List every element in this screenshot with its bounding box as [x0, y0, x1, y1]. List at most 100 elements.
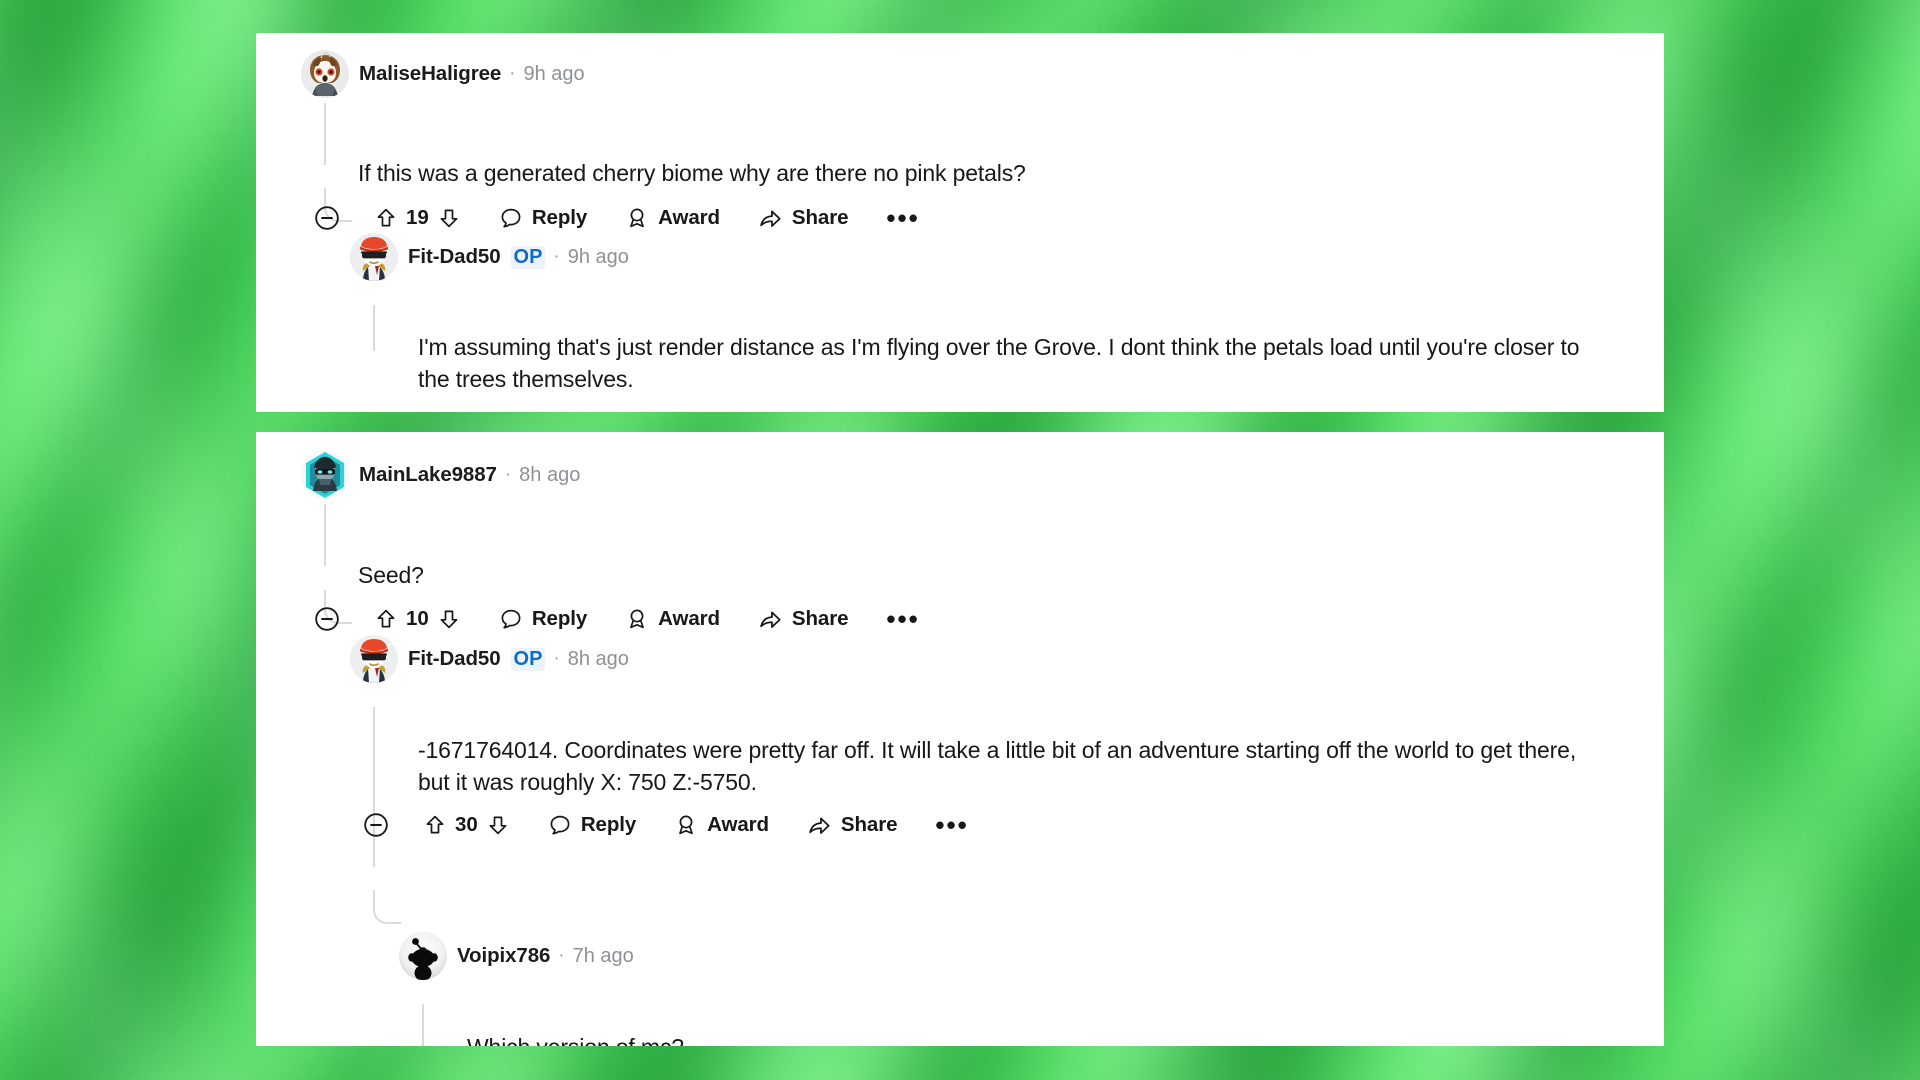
comment-timestamp: 9h ago — [567, 245, 629, 268]
downvote-arrow-icon — [440, 610, 458, 629]
upvote-arrow-icon — [377, 609, 395, 628]
comment-author[interactable]: Voipix786 — [457, 944, 550, 968]
award-label: Award — [707, 813, 769, 836]
upvote-arrow-icon — [426, 815, 444, 834]
share-arrow-icon — [809, 817, 830, 834]
comment-bubble-icon — [501, 609, 521, 629]
collapse-button[interactable] — [314, 205, 340, 231]
comment-timestamp: 8h ago — [567, 647, 629, 670]
comment-timestamp: 7h ago — [572, 944, 634, 967]
more-options-button[interactable]: ••• — [935, 812, 968, 838]
collapse-button[interactable] — [363, 812, 389, 838]
reply-button[interactable]: Reply — [499, 206, 587, 230]
comment-card-2: MainLake9887 · 8h ago Seed? 10 Reply Awa… — [256, 432, 1664, 1046]
owl-hood-avatar-icon — [301, 50, 349, 98]
collapse-minus-icon — [315, 206, 339, 230]
reply-label: Reply — [580, 813, 637, 836]
share-arrow-icon — [760, 210, 781, 227]
comment-bubble-icon — [550, 815, 570, 835]
comment-author[interactable]: Fit-Dad50 — [408, 647, 501, 671]
award-label: Award — [658, 607, 720, 630]
downvote-button[interactable] — [437, 607, 461, 631]
comment-header-fitdad50-2: Fit-Dad50 OP · 8h ago — [350, 635, 629, 683]
op-badge: OP — [510, 647, 546, 671]
thread-line-root-2[interactable] — [324, 504, 326, 566]
vote-count: 19 — [406, 206, 429, 229]
thread-line-root-1[interactable] — [324, 103, 326, 165]
collapse-minus-icon — [315, 607, 339, 631]
comment-header-fitdad50-1: Fit-Dad50 OP · 9h ago — [350, 233, 629, 281]
thread-line-reply-2c[interactable] — [422, 1004, 424, 1046]
teal-hex-avatar-icon — [301, 451, 349, 499]
comment-timestamp: 8h ago — [519, 463, 581, 486]
comment-action-bar: 10 Reply Award Share ••• — [314, 606, 920, 632]
upvote-button[interactable] — [374, 607, 398, 631]
avatar[interactable] — [301, 451, 349, 499]
share-button[interactable]: Share — [758, 206, 849, 231]
avatar[interactable] — [350, 635, 398, 683]
share-button[interactable]: Share — [807, 813, 898, 838]
comment-body-line-1: Which version of mc? — [467, 1031, 1567, 1046]
red-cap-sunglasses-avatar-icon — [350, 233, 398, 281]
comment-header-voipix786: Voipix786 · 7h ago — [399, 932, 634, 980]
downvote-arrow-icon — [489, 816, 507, 835]
separator-dot: · — [558, 945, 565, 966]
vote-count: 10 — [406, 607, 429, 630]
separator-dot: · — [553, 246, 560, 267]
avatar[interactable] — [301, 50, 349, 98]
share-button[interactable]: Share — [758, 607, 849, 632]
comment-author[interactable]: MaliseHaligree — [359, 62, 501, 86]
award-ribbon-icon — [679, 815, 693, 835]
comment-action-bar: 30 Reply Award Share ••• — [363, 812, 969, 838]
reply-button[interactable]: Reply — [548, 813, 636, 837]
upvote-button[interactable] — [423, 813, 447, 837]
comment-author[interactable]: Fit-Dad50 — [408, 245, 501, 269]
thread-line-reply-1[interactable] — [373, 305, 375, 351]
award-ribbon-icon — [630, 609, 644, 629]
op-badge: OP — [510, 245, 546, 269]
comment-body: If this was a generated cherry biome why… — [358, 160, 1026, 186]
separator-dot: · — [504, 464, 512, 485]
thread-line-reply-2a[interactable] — [373, 707, 375, 867]
comment-card-1: MaliseHaligree · 9h ago If this was a ge… — [256, 33, 1664, 412]
share-label: Share — [791, 607, 849, 630]
award-button[interactable]: Award — [674, 813, 769, 837]
vote-group: 30 — [423, 813, 510, 837]
separator-dot: · — [553, 648, 560, 669]
share-label: Share — [840, 813, 898, 836]
comment-body: I'm assuming that's just render distance… — [418, 334, 1580, 392]
comment-author[interactable]: MainLake9887 — [359, 463, 497, 487]
comment-body: Seed? — [358, 562, 424, 588]
reply-label: Reply — [531, 206, 588, 229]
reply-button[interactable]: Reply — [499, 607, 587, 631]
upvote-arrow-icon — [377, 208, 395, 227]
red-cap-sunglasses-avatar-icon — [350, 635, 398, 683]
more-options-button[interactable]: ••• — [886, 606, 919, 632]
upvote-button[interactable] — [374, 206, 398, 230]
avatar[interactable] — [399, 932, 447, 980]
collapse-button[interactable] — [314, 606, 340, 632]
thread-curve-reply-2b — [373, 890, 401, 924]
comment-bubble-icon — [501, 208, 521, 228]
downvote-arrow-icon — [440, 209, 458, 228]
reply-label: Reply — [531, 607, 588, 630]
comment-body: -1671764014. Coordinates were pretty far… — [418, 737, 1577, 795]
award-label: Award — [658, 206, 720, 229]
share-label: Share — [791, 206, 849, 229]
downvote-button[interactable] — [486, 813, 510, 837]
more-options-button[interactable]: ••• — [886, 205, 919, 231]
comment-timestamp: 9h ago — [523, 62, 585, 85]
collapse-minus-icon — [364, 813, 388, 837]
vote-group: 10 — [374, 607, 461, 631]
award-ribbon-icon — [630, 208, 644, 228]
award-button[interactable]: Award — [625, 206, 720, 230]
comment-action-bar: 19 Reply Award Share ••• — [314, 205, 920, 231]
vote-count: 30 — [455, 813, 478, 836]
share-arrow-icon — [760, 611, 781, 628]
downvote-button[interactable] — [437, 206, 461, 230]
vote-group: 19 — [374, 206, 461, 230]
award-button[interactable]: Award — [625, 607, 720, 631]
separator-dot: · — [509, 63, 516, 84]
avatar[interactable] — [350, 233, 398, 281]
comment-header-mainlake9887: MainLake9887 · 8h ago — [301, 451, 580, 499]
